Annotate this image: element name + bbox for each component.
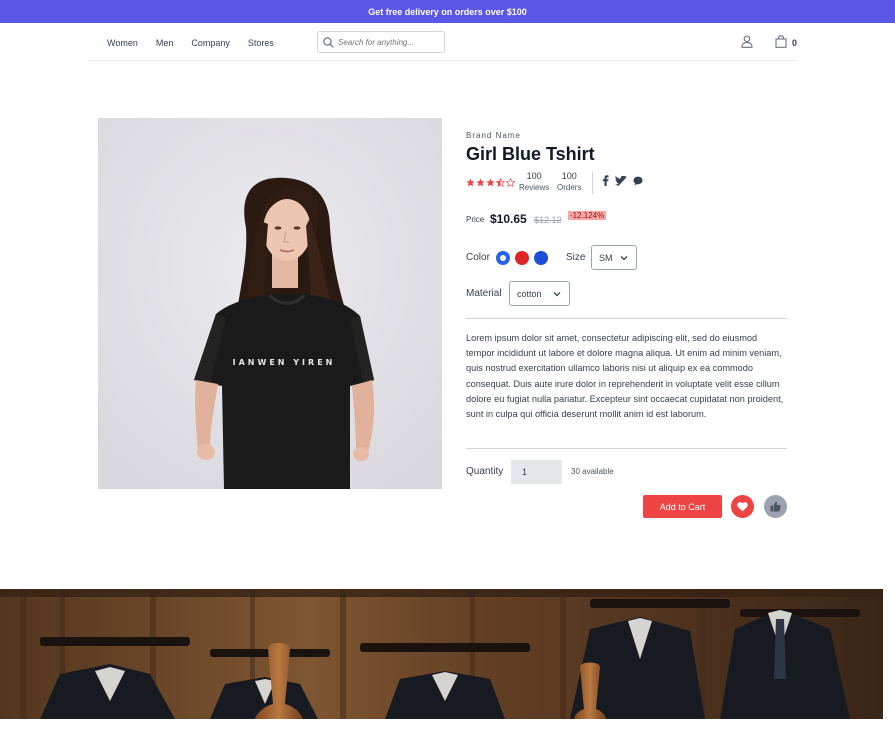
- color-swatch-blue[interactable]: [496, 251, 510, 265]
- chevron-down-icon: [553, 292, 561, 297]
- shopping-bag-icon[interactable]: [775, 35, 787, 48]
- search-input[interactable]: [338, 37, 434, 47]
- quantity-input[interactable]: [511, 460, 562, 484]
- twitter-icon[interactable]: [615, 176, 627, 186]
- size-select[interactable]: SM: [591, 245, 637, 270]
- quantity-label: Quantity: [466, 466, 504, 477]
- cart-count: 0: [792, 38, 798, 48]
- star-full-icon: [486, 178, 495, 187]
- reviews-count: 100: [526, 171, 542, 181]
- wishlist-button[interactable]: [731, 495, 754, 518]
- nav-link-men[interactable]: Men: [156, 38, 174, 48]
- rating-stars: [466, 178, 515, 187]
- material-value: cotton: [517, 288, 542, 299]
- promo-banner: Get free delivery on orders over $100: [0, 0, 895, 23]
- product-image: IANWEN YIREN: [98, 118, 442, 489]
- material-label: Material: [466, 288, 502, 299]
- size-label: Size: [566, 252, 586, 263]
- color-swatch-dark-blue[interactable]: [534, 251, 548, 265]
- add-to-cart-button[interactable]: Add to Cart: [643, 495, 722, 518]
- stats-divider: [592, 172, 593, 194]
- reviews-stat: 100 Reviews: [519, 171, 549, 192]
- price-label: Price: [466, 215, 485, 224]
- divider: [466, 448, 787, 449]
- user-icon[interactable]: [741, 35, 753, 48]
- reviews-label: Reviews: [519, 183, 550, 192]
- current-price: $10.65: [490, 212, 527, 226]
- original-price: $12.12: [534, 215, 562, 225]
- top-navigation: Women Men Company Stores 0: [88, 23, 798, 61]
- product-description: Lorem ipsum dolor sit amet, consectetur …: [466, 333, 784, 420]
- divider: [466, 318, 787, 319]
- nav-link-company[interactable]: Company: [191, 38, 230, 48]
- nav-links: Women Men Company Stores: [107, 38, 292, 48]
- orders-count: 100: [561, 171, 577, 181]
- search-box[interactable]: [317, 31, 445, 53]
- chat-icon[interactable]: [633, 176, 643, 186]
- color-swatch-red[interactable]: [515, 251, 529, 265]
- nav-link-women[interactable]: Women: [107, 38, 138, 48]
- product-title: Girl Blue Tshirt: [466, 144, 595, 164]
- brand-name: Brand Name: [466, 131, 521, 140]
- star-empty-icon: [506, 178, 515, 187]
- star-full-icon: [466, 178, 475, 187]
- discount-badge: -12.124%: [568, 211, 607, 220]
- availability-text: 30 available: [571, 467, 614, 476]
- material-select[interactable]: cotton: [509, 281, 570, 306]
- facebook-icon[interactable]: [602, 175, 609, 186]
- like-button[interactable]: [764, 495, 787, 518]
- search-icon: [323, 36, 334, 48]
- star-full-icon: [476, 178, 485, 187]
- star-half-icon: [496, 178, 505, 187]
- size-value: SM: [599, 252, 613, 263]
- color-label: Color: [466, 252, 490, 263]
- shirt-print-text: IANWEN YIREN: [233, 358, 336, 367]
- heart-icon: [737, 501, 748, 511]
- nav-link-stores[interactable]: Stores: [248, 38, 274, 48]
- promo-banner-text: Get free delivery on orders over $100: [368, 6, 527, 17]
- store-interior-image: [0, 589, 883, 719]
- thumbs-up-icon: [770, 501, 781, 512]
- orders-stat: 100 Orders: [557, 171, 581, 192]
- chevron-down-icon: [620, 256, 628, 261]
- orders-label: Orders: [557, 183, 582, 192]
